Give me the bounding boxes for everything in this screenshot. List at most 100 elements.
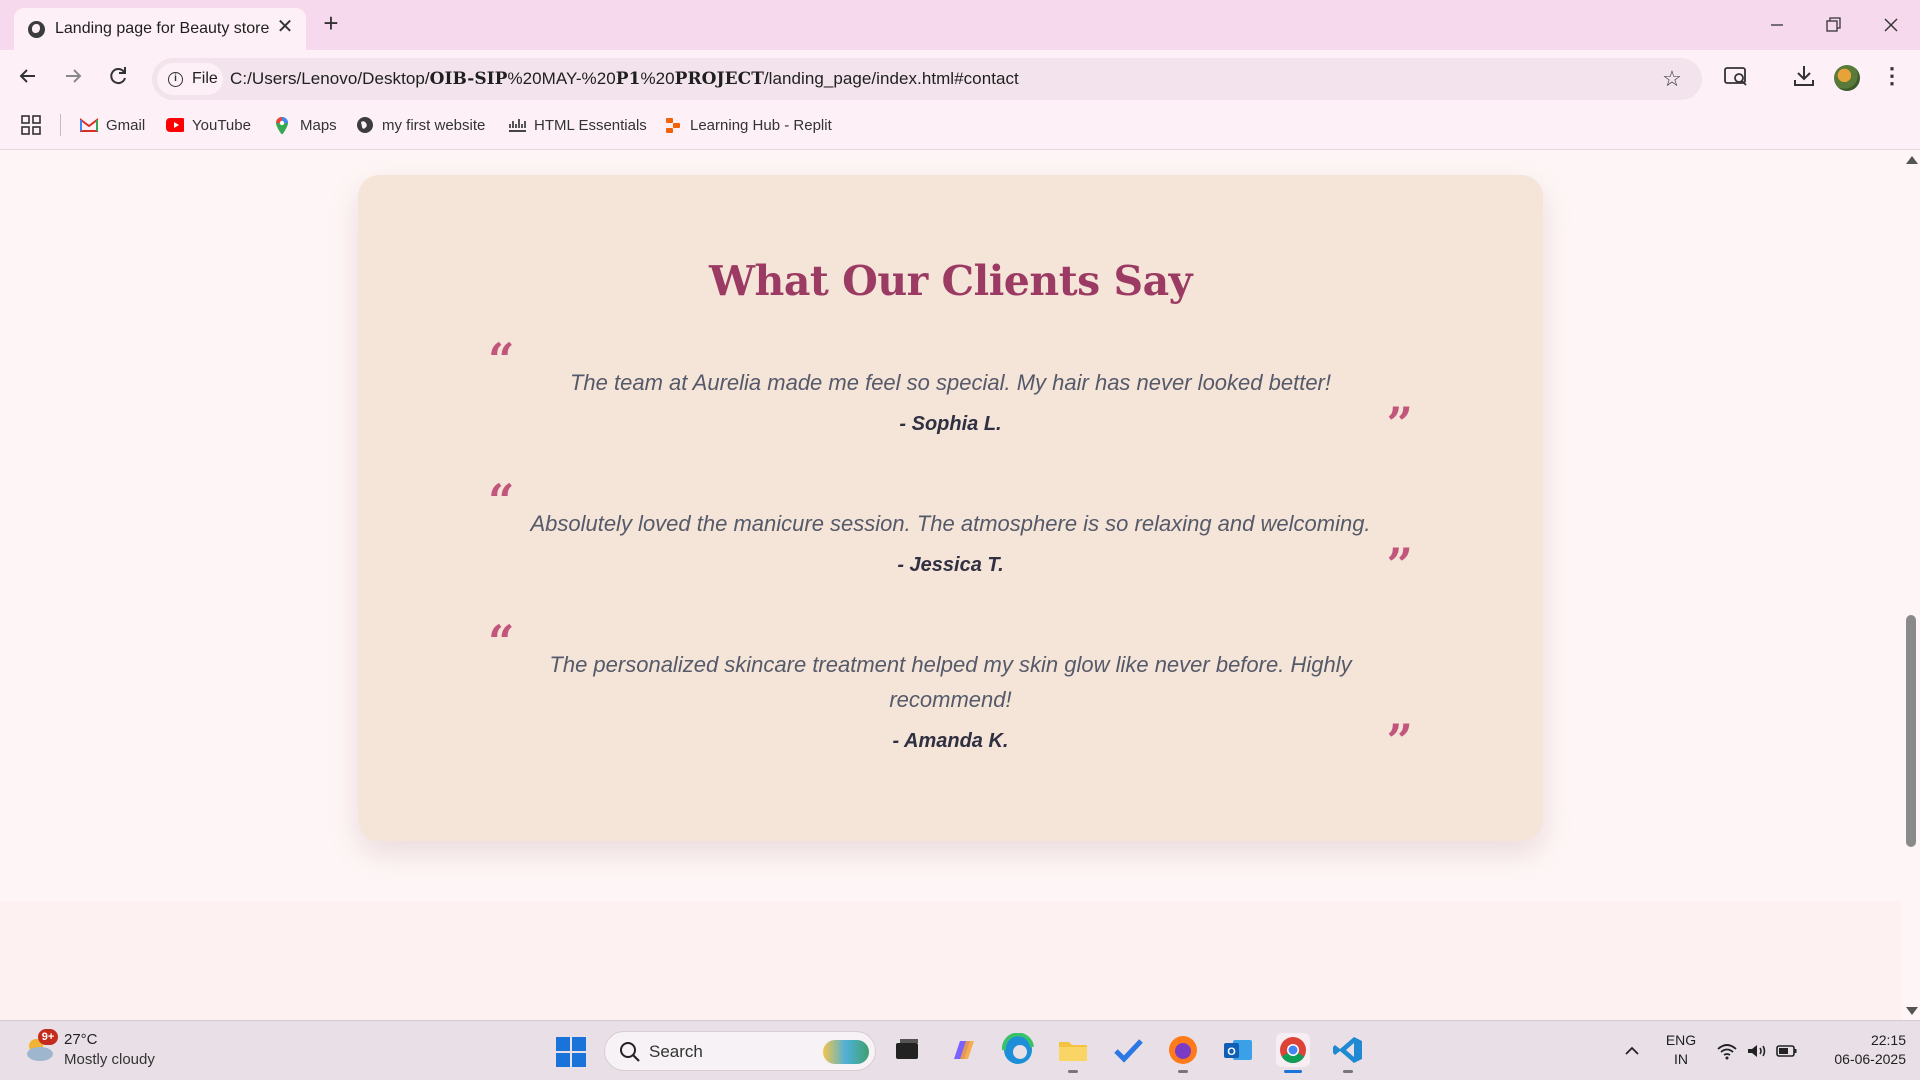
weather-badge: 9+ bbox=[38, 1029, 58, 1045]
url-part: /landing_page/index.html#contact bbox=[763, 69, 1019, 88]
windows-taskbar: 9+ 27°C Mostly cloudy Search O ENG IN 22… bbox=[0, 1020, 1920, 1080]
url-text[interactable]: C:/Users/Lenovo/Desktop/OIB-SIP%20MAY-%2… bbox=[230, 69, 1019, 89]
testimonial-text: The personalized skincare treatment help… bbox=[549, 652, 1352, 712]
scrollbar-thumb[interactable] bbox=[1906, 615, 1916, 847]
svg-text:O: O bbox=[1227, 1046, 1236, 1058]
testimonial-author: - Jessica T. bbox=[897, 554, 1004, 576]
testimonial-text: The team at Aurelia made me feel so spec… bbox=[569, 370, 1331, 395]
address-bar[interactable]: i File C:/Users/Lenovo/Desktop/OIB-SIP %2… bbox=[152, 58, 1702, 100]
info-icon: i bbox=[168, 72, 183, 87]
menu-kebab-icon[interactable]: ⋮ bbox=[1880, 63, 1904, 89]
testimonial-item: “ The personalized skincare treatment he… bbox=[488, 619, 1413, 769]
testimonial-author: - Amanda K. bbox=[892, 730, 1009, 752]
search-icon bbox=[620, 1042, 640, 1062]
bookmarks-divider bbox=[60, 114, 61, 136]
testimonials-heading: What Our Clients Say bbox=[708, 257, 1193, 305]
arrow-right-icon bbox=[66, 69, 82, 83]
forward-button[interactable] bbox=[58, 61, 88, 91]
close-quote-icon: ” bbox=[1386, 538, 1413, 592]
running-indicator bbox=[1068, 1070, 1078, 1073]
site-info-chip[interactable]: i File bbox=[157, 63, 223, 95]
next-section bbox=[0, 901, 1902, 1020]
system-clock[interactable]: 22:15 06-06-2025 bbox=[1816, 1031, 1906, 1069]
edge-browser-icon[interactable] bbox=[1001, 1032, 1035, 1067]
close-quote-icon: ” bbox=[1386, 397, 1413, 451]
cisco-icon bbox=[509, 119, 526, 132]
weather-description[interactable]: Mostly cloudy bbox=[64, 1051, 155, 1068]
bookmarks-bar: Gmail YouTube Maps my first website HTML… bbox=[0, 100, 1920, 150]
bookmark-learning-hub-replit[interactable]: Learning Hub - Replit bbox=[664, 114, 832, 136]
taskbar-search[interactable]: Search bbox=[604, 1031, 876, 1071]
bookmark-label: Learning Hub - Replit bbox=[690, 116, 832, 134]
scroll-down-arrow-icon[interactable] bbox=[1906, 1007, 1918, 1015]
search-label: Search bbox=[649, 1042, 703, 1061]
volume-icon[interactable] bbox=[1746, 1042, 1768, 1060]
bookmark-star-icon[interactable]: ☆ bbox=[1660, 67, 1684, 91]
start-windows-icon[interactable] bbox=[556, 1037, 586, 1067]
running-indicator bbox=[1343, 1070, 1353, 1073]
todo-check-icon[interactable] bbox=[1111, 1033, 1145, 1067]
scroll-up-arrow-icon[interactable] bbox=[1906, 156, 1918, 164]
minimize-icon bbox=[1771, 24, 1783, 26]
back-button[interactable] bbox=[13, 61, 43, 91]
close-icon bbox=[1884, 18, 1898, 32]
clock-time: 22:15 bbox=[1870, 1032, 1906, 1048]
url-part: C:/Users/Lenovo/Desktop/ bbox=[230, 69, 430, 88]
task-view-icon[interactable] bbox=[890, 1033, 924, 1067]
minimize-button[interactable] bbox=[1762, 10, 1792, 40]
tab-search-button[interactable] bbox=[1722, 63, 1750, 89]
input-language[interactable]: ENG IN bbox=[1664, 1031, 1698, 1069]
url-part: PROJECT bbox=[674, 69, 764, 89]
replit-icon bbox=[666, 118, 680, 133]
testimonial-text: Absolutely loved the manicure session. T… bbox=[530, 511, 1371, 536]
globe-icon bbox=[357, 117, 373, 133]
apps-grid-icon[interactable] bbox=[21, 115, 41, 135]
reload-icon bbox=[110, 67, 126, 85]
language-code: ENG bbox=[1665, 1032, 1697, 1048]
outlook-icon[interactable]: O bbox=[1221, 1033, 1255, 1067]
wifi-icon[interactable] bbox=[1716, 1042, 1738, 1060]
bookmark-label: HTML Essentials bbox=[534, 116, 647, 134]
restore-button[interactable] bbox=[1818, 10, 1848, 40]
bookmark-gmail[interactable]: Gmail bbox=[80, 114, 145, 136]
page-viewport: What Our Clients Say “ The team at Aurel… bbox=[0, 151, 1902, 1020]
bookmark-maps[interactable]: Maps bbox=[274, 114, 337, 136]
bookmark-my-first-website[interactable]: my first website bbox=[356, 114, 485, 136]
chrome-icon[interactable] bbox=[1276, 1033, 1310, 1073]
testimonial-author: - Sophia L. bbox=[899, 413, 1002, 435]
url-part: OIB-SIP bbox=[429, 69, 508, 89]
chevron-up-icon[interactable] bbox=[1624, 1043, 1640, 1059]
weather-temperature[interactable]: 27°C bbox=[64, 1031, 98, 1048]
arrow-left-icon bbox=[19, 69, 35, 83]
url-part: P1 bbox=[615, 69, 641, 89]
youtube-icon bbox=[166, 118, 184, 132]
vscode-icon[interactable] bbox=[1331, 1033, 1365, 1073]
profile-avatar[interactable] bbox=[1834, 65, 1860, 91]
page-scrollbar[interactable] bbox=[1902, 151, 1920, 1020]
copilot-icon[interactable] bbox=[946, 1033, 980, 1067]
bookmark-html-essentials[interactable]: HTML Essentials bbox=[508, 114, 647, 136]
running-indicator bbox=[1178, 1070, 1188, 1073]
reload-button[interactable] bbox=[103, 61, 133, 91]
tab-search-icon bbox=[1724, 67, 1747, 86]
tab-title: Landing page for Beauty store bbox=[55, 20, 270, 37]
clock-date: 06-06-2025 bbox=[1834, 1051, 1906, 1067]
bookmark-label: YouTube bbox=[192, 116, 251, 134]
file-explorer-icon[interactable] bbox=[1056, 1033, 1090, 1073]
bookmark-label: Gmail bbox=[106, 116, 146, 134]
bookmark-youtube[interactable]: YouTube bbox=[166, 114, 251, 136]
firefox-icon[interactable] bbox=[1166, 1033, 1200, 1073]
tab-strip: Landing page for Beauty store ✕ + bbox=[0, 0, 1920, 50]
close-quote-icon: ” bbox=[1386, 714, 1413, 768]
window-close-button[interactable] bbox=[1876, 10, 1906, 40]
tab-close-icon[interactable]: ✕ bbox=[274, 16, 296, 38]
region-code: IN bbox=[1674, 1051, 1688, 1067]
new-tab-button[interactable]: + bbox=[318, 10, 344, 36]
gmail-icon bbox=[80, 118, 98, 132]
battery-icon[interactable] bbox=[1776, 1042, 1798, 1060]
url-part: %20 bbox=[640, 69, 675, 88]
browser-tab[interactable]: Landing page for Beauty store ✕ bbox=[14, 8, 306, 50]
active-indicator bbox=[1284, 1070, 1302, 1073]
open-quote-icon: “ bbox=[488, 615, 515, 669]
downloads-button[interactable] bbox=[1790, 63, 1818, 89]
